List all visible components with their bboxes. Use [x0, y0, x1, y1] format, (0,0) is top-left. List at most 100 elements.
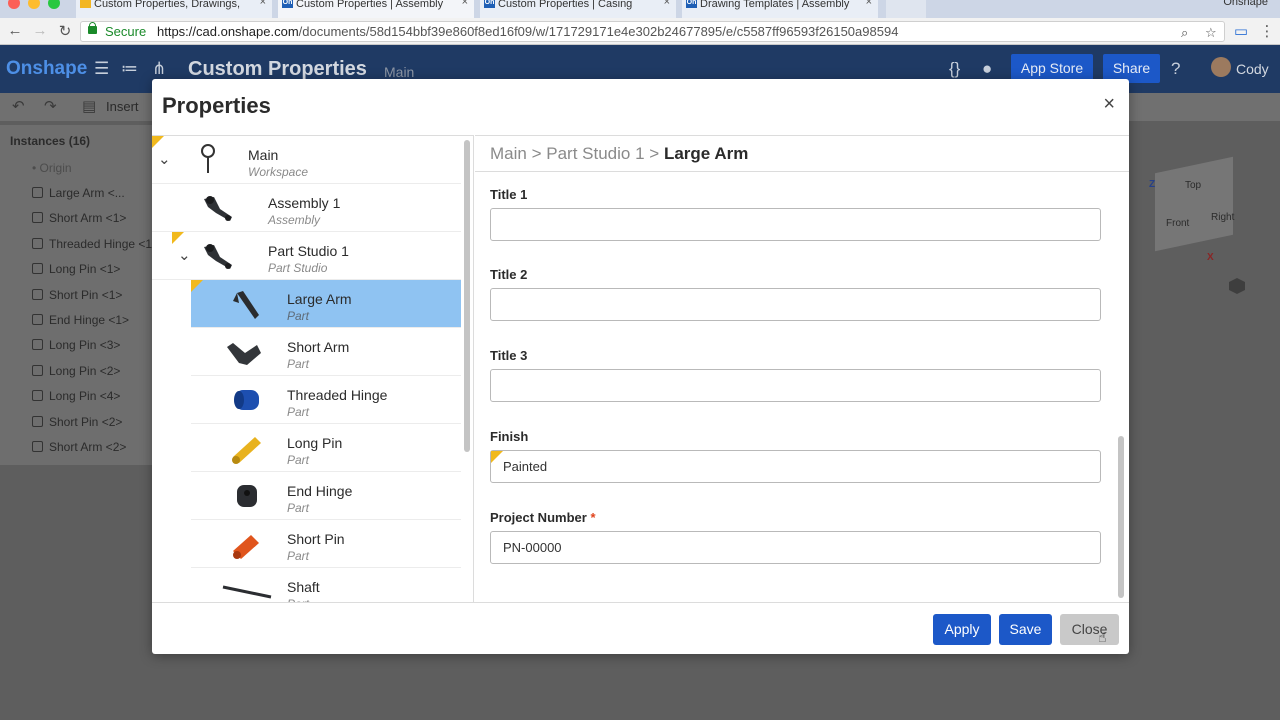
view-cube[interactable]	[1155, 156, 1233, 252]
z-axis-label: Z	[1149, 179, 1156, 190]
window-minimize-control[interactable]	[28, 0, 40, 9]
cast-icon[interactable]: ▭	[1232, 22, 1250, 40]
comments-icon[interactable]: ●	[982, 59, 992, 79]
finish-input[interactable]	[490, 450, 1101, 483]
doc-icon	[80, 0, 91, 8]
display-mode-icon[interactable]	[1229, 278, 1245, 294]
end-hinge-thumbnail-icon	[237, 485, 257, 507]
project-number-input[interactable]	[490, 531, 1101, 564]
part-icon	[32, 289, 43, 300]
tree-item-assembly-1[interactable]: Assembly 1 Assembly	[152, 184, 461, 232]
tree-item-large-arm[interactable]: Large Arm Part	[191, 280, 461, 328]
chevron-down-icon[interactable]: ⌄	[178, 246, 191, 264]
title-1-input[interactable]	[490, 208, 1101, 241]
properties-form: Main > Part Studio 1 > Large Arm Title 1…	[475, 135, 1129, 602]
list-item[interactable]: Short Pin <1>	[32, 288, 122, 302]
url-text: https://cad.onshape.com/documents/58d154…	[157, 24, 899, 39]
view-cube-right-label[interactable]: Right	[1211, 212, 1234, 223]
browser-tab-bar: Custom Properties, Drawings, × On Custom…	[0, 0, 1280, 18]
modified-flag-icon	[172, 232, 184, 244]
list-item[interactable]: Short Pin <2>	[32, 415, 122, 429]
secure-label: Secure	[105, 24, 147, 39]
undo-icon[interactable]: ↶	[12, 97, 25, 115]
new-tab-button[interactable]	[886, 0, 926, 18]
feature-list-icon[interactable]: ≔	[121, 59, 138, 79]
chevron-down-icon[interactable]: ⌄	[158, 150, 171, 168]
avatar[interactable]	[1211, 57, 1231, 77]
dialog-footer: Apply Save Close ☝	[152, 602, 1129, 654]
tree-scrollbar[interactable]	[464, 140, 470, 452]
insert-parts-icon[interactable]: ⋔	[152, 59, 166, 79]
list-item[interactable]: Long Pin <2>	[32, 364, 120, 378]
apply-button[interactable]: Apply	[933, 614, 991, 645]
forward-arrow-icon[interactable]: →	[31, 22, 49, 39]
list-item[interactable]: Threaded Hinge <1	[32, 237, 152, 251]
onshape-icon: On	[484, 0, 495, 8]
tree-item-end-hinge[interactable]: End Hinge Part	[191, 472, 461, 520]
view-cube-top-label[interactable]: Top	[1185, 180, 1201, 191]
user-name[interactable]: Cody	[1236, 61, 1269, 77]
form-scrollbar[interactable]	[1118, 436, 1124, 598]
assembly-thumbnail-icon	[204, 196, 232, 221]
title-2-input[interactable]	[490, 288, 1101, 321]
view-cube-front-label[interactable]: Front	[1166, 218, 1189, 229]
workspace-icon	[201, 144, 215, 173]
back-arrow-icon[interactable]: ←	[6, 22, 24, 39]
tree-item-part-studio-1[interactable]: ⌄ Part Studio 1 Part Studio	[152, 232, 461, 280]
zoom-icon[interactable]: ⌕	[1181, 23, 1188, 42]
code-icon[interactable]: {}	[949, 59, 960, 79]
tree-item-threaded-hinge[interactable]: Threaded Hinge Part	[191, 376, 461, 424]
browser-tab-1[interactable]: Custom Properties, Drawings, ×	[76, 0, 272, 18]
browser-profile-name[interactable]: Onshape	[1223, 0, 1268, 8]
tab-close-icon[interactable]: ×	[664, 0, 670, 8]
part-icon	[32, 365, 43, 376]
tab-close-icon[interactable]: ×	[462, 0, 468, 8]
breadcrumb: Main > Part Studio 1 > Large Arm	[490, 144, 749, 163]
window-close-control[interactable]	[8, 0, 20, 9]
large-arm-thumbnail-icon	[233, 291, 259, 319]
instances-panel: Instances (16) • Origin Large Arm <... S…	[0, 125, 158, 465]
list-item[interactable]: Large Arm <...	[32, 186, 125, 200]
title-1-label: Title 1	[490, 187, 528, 202]
list-item[interactable]: Short Arm <1>	[32, 211, 126, 225]
window-zoom-control[interactable]	[48, 0, 60, 9]
list-item[interactable]: • Origin	[32, 161, 72, 175]
tab-close-icon[interactable]: ×	[866, 0, 872, 8]
list-item[interactable]: End Hinge <1>	[32, 313, 129, 327]
tree-item-long-pin[interactable]: Long Pin Part	[191, 424, 461, 472]
onshape-logo[interactable]: Onshape	[6, 58, 87, 80]
required-marker: *	[590, 510, 596, 525]
browser-toolbar: ← → ↻ Secure https://cad.onshape.com/doc…	[0, 18, 1280, 45]
help-icon[interactable]: ?	[1171, 59, 1180, 79]
tree-item-shaft[interactable]: Shaft Part	[191, 568, 461, 602]
insert-icon[interactable]: ▤	[82, 97, 96, 115]
part-studio-thumbnail-icon	[204, 244, 232, 269]
close-icon[interactable]: ×	[1103, 93, 1115, 116]
tree-item-short-arm[interactable]: Short Arm Part	[191, 328, 461, 376]
browser-tab-4[interactable]: On Drawing Templates | Assembly ×	[682, 0, 878, 18]
browser-tab-3[interactable]: On Custom Properties | Casing ×	[480, 0, 676, 18]
save-button[interactable]: Save	[999, 614, 1052, 645]
finish-label: Finish	[490, 429, 529, 444]
menu-icon[interactable]: ☰	[94, 59, 109, 79]
browser-tab-2[interactable]: On Custom Properties | Assembly ×	[278, 0, 474, 18]
reload-icon[interactable]: ↻	[56, 22, 74, 40]
address-bar[interactable]: Secure https://cad.onshape.com/documents…	[80, 21, 1225, 42]
tree-item-main[interactable]: ⌄ Main Workspace	[152, 136, 461, 184]
title-3-input[interactable]	[490, 369, 1101, 402]
short-pin-thumbnail-icon	[233, 535, 259, 559]
tree-item-short-pin[interactable]: Short Pin Part	[191, 520, 461, 568]
list-item[interactable]: Long Pin <4>	[32, 389, 120, 403]
browser-menu-icon[interactable]: ⋮	[1258, 22, 1276, 40]
list-item[interactable]: Long Pin <3>	[32, 338, 120, 352]
close-button[interactable]: Close	[1060, 614, 1119, 645]
properties-dialog: Properties × ⌄ Main Workspace Assembly 1…	[152, 79, 1129, 654]
list-item[interactable]: Short Arm <2>	[32, 440, 126, 454]
list-item[interactable]: Long Pin <1>	[32, 262, 120, 276]
redo-icon[interactable]: ↷	[44, 97, 57, 115]
divider	[475, 171, 1129, 172]
project-number-label: Project Number *	[490, 510, 596, 525]
bookmark-star-icon[interactable]: ☆	[1205, 23, 1217, 42]
tab-close-icon[interactable]: ×	[260, 0, 266, 8]
insert-label[interactable]: Insert	[106, 99, 139, 114]
